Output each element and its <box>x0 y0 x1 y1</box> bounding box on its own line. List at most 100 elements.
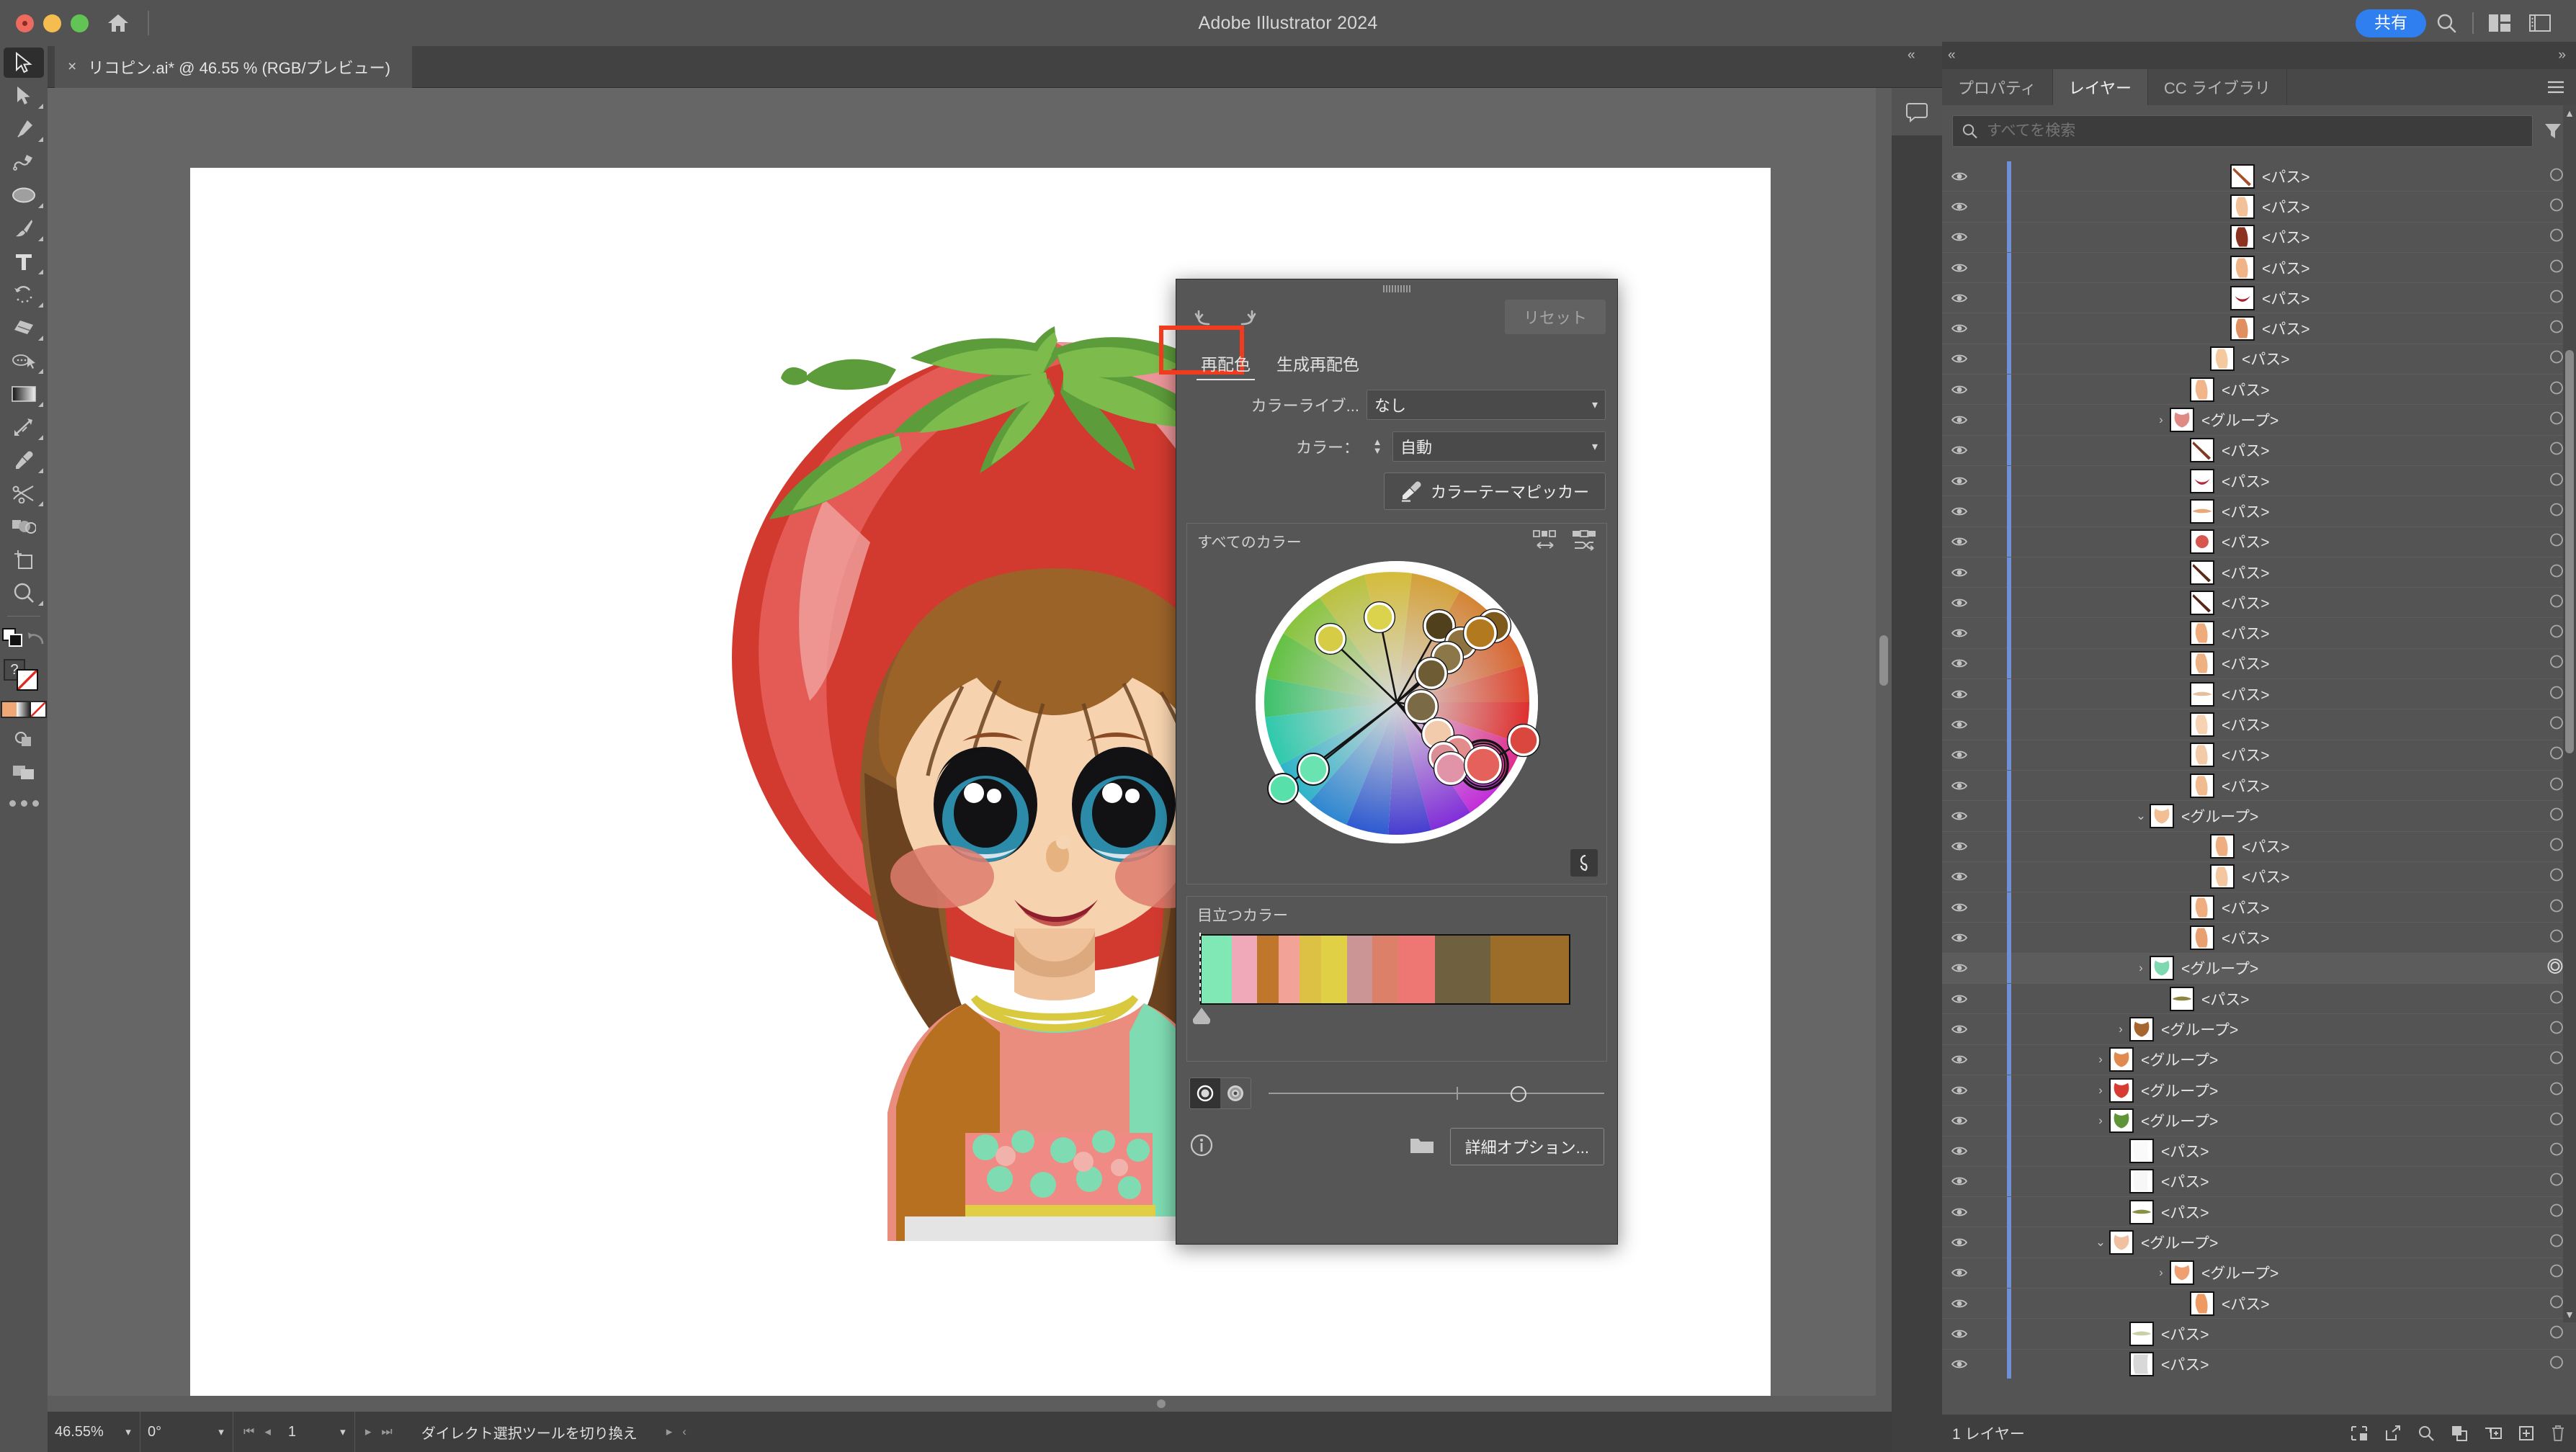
visibility-toggle-icon[interactable] <box>1942 444 1977 457</box>
target-indicator-icon[interactable] <box>2549 1355 2564 1374</box>
layout-icon[interactable] <box>2479 0 2520 46</box>
target-indicator-icon[interactable] <box>2549 1050 2564 1070</box>
target-indicator-icon[interactable] <box>2549 563 2564 582</box>
layers-list[interactable]: <パス> <パス> <パス> <パス> <パス> <パス> <パス> <パス> ›… <box>1942 161 2576 1379</box>
target-indicator-icon[interactable] <box>2549 1324 2564 1343</box>
table-row[interactable]: <パス> <box>1942 465 2576 497</box>
color-theme-picker-button[interactable]: カラーテーマピッカー <box>1383 472 1606 510</box>
reset-button[interactable]: リセット <box>1504 300 1606 334</box>
prominent-color-swatch-10[interactable] <box>1490 936 1569 1003</box>
table-row[interactable]: <パス> <box>1942 374 2576 405</box>
target-indicator-icon[interactable] <box>2549 745 2564 765</box>
recolor-artwork-dialog[interactable]: リセット 再配色 生成再配色 カラーライブ... なし ▾ カラー： ▲ ▼ 自動… <box>1159 279 1618 1245</box>
drawing-mode-icon[interactable] <box>0 722 48 756</box>
collapse-dock-icon[interactable]: « <box>1948 48 1956 63</box>
target-indicator-icon[interactable] <box>2549 349 2564 369</box>
visibility-toggle-icon[interactable] <box>1942 1358 1977 1371</box>
zoom-level-control[interactable]: 46.55% ▾ <box>48 1412 140 1452</box>
target-indicator-icon[interactable] <box>2549 532 2564 552</box>
visibility-toggle-icon[interactable] <box>1942 1266 1977 1279</box>
status-menu[interactable]: ▸ ‹ <box>656 1425 697 1439</box>
document-tab[interactable]: × リコピン.ai* @ 46.55 % (RGB/プレビュー) <box>55 46 412 88</box>
target-indicator-icon[interactable] <box>2549 928 2564 948</box>
status-expand-icon[interactable]: ▸ <box>666 1425 673 1439</box>
layer-row-content[interactable]: › <グループ> <box>2011 405 2576 434</box>
eraser-tool[interactable] <box>0 311 48 344</box>
layer-row-content[interactable]: › <グループ> <box>2011 1014 2576 1044</box>
none-swatch-button[interactable] <box>31 702 45 717</box>
info-icon[interactable] <box>1189 1133 1214 1161</box>
search-icon[interactable] <box>2418 1425 2435 1442</box>
paintbrush-tool[interactable] <box>0 212 48 245</box>
chevron-right-icon[interactable]: › <box>2132 961 2150 975</box>
scrollbar-thumb[interactable] <box>2565 350 2574 753</box>
table-row[interactable]: <パス> <box>1942 587 2576 619</box>
delete-layer-icon[interactable] <box>2550 1425 2566 1442</box>
color-swatch-button[interactable] <box>2 702 17 717</box>
prominent-color-swatch-9[interactable] <box>1435 936 1491 1003</box>
layer-row-content[interactable]: <パス> <box>2011 1197 2576 1227</box>
gradient-swatch-button[interactable] <box>17 702 31 717</box>
prominent-color-swatch-0[interactable] <box>1202 936 1232 1003</box>
width-tool[interactable] <box>0 411 48 444</box>
layer-row-content[interactable]: <パス> <box>2011 1350 2576 1379</box>
prominent-color-swatch-4[interactable] <box>1300 936 1321 1003</box>
brightness-mode-button[interactable] <box>1190 1078 1220 1108</box>
table-row[interactable]: › <グループ> <box>1942 405 2576 436</box>
stroke-swatch[interactable] <box>17 669 38 691</box>
chevron-right-icon[interactable]: › <box>2152 413 2170 427</box>
visibility-toggle-icon[interactable] <box>1942 810 1977 823</box>
visibility-toggle-icon[interactable] <box>1942 688 1977 701</box>
visibility-toggle-icon[interactable] <box>1942 718 1977 731</box>
curvature-tool[interactable] <box>0 145 48 179</box>
target-indicator-icon[interactable] <box>2549 471 2564 490</box>
table-row[interactable]: <パス> <box>1942 678 2576 710</box>
layer-row-content[interactable]: <パス> <box>2011 1319 2576 1348</box>
visibility-toggle-icon[interactable] <box>1942 1206 1977 1219</box>
table-row[interactable]: <パス> <box>1942 831 2576 862</box>
prominent-color-swatch-6[interactable] <box>1346 936 1373 1003</box>
first-artboard-icon[interactable]: ⏮ <box>243 1425 254 1439</box>
color-handle-13[interactable] <box>1464 746 1502 784</box>
table-row[interactable]: <パス> <box>1942 648 2576 680</box>
target-indicator-icon[interactable] <box>2549 654 2564 673</box>
canvas-horizontal-scrollbar[interactable] <box>48 1396 1876 1412</box>
table-row[interactable]: <パス> <box>1942 526 2576 557</box>
target-indicator-icon[interactable] <box>2546 957 2564 980</box>
visibility-toggle-icon[interactable] <box>1942 992 1977 1005</box>
minimize-window-button[interactable] <box>43 14 61 32</box>
chevron-down-icon[interactable]: ▾ <box>210 1425 233 1438</box>
target-indicator-icon[interactable] <box>2549 501 2564 521</box>
direct-selection-tool[interactable] <box>0 79 48 112</box>
layer-row-content[interactable]: <パス> <box>2011 375 2576 404</box>
layers-scrollbar[interactable]: ▲ ▼ <box>2563 105 2576 1322</box>
layer-row-content[interactable]: <パス> <box>2011 588 2576 617</box>
layer-row-content[interactable]: <パス> <box>2011 709 2576 739</box>
chevron-right-icon[interactable]: › <box>2092 1083 2109 1098</box>
canvas-vertical-scrollbar[interactable] <box>1876 88 1892 1412</box>
table-row[interactable]: <パス> <box>1942 709 2576 740</box>
undo-icon[interactable] <box>1188 307 1225 327</box>
table-row[interactable]: <パス> <box>1942 496 2576 527</box>
layer-row-content[interactable]: <パス> <box>2011 649 2576 678</box>
previous-artboard-icon[interactable]: ◂ <box>264 1425 271 1439</box>
visibility-toggle-icon[interactable] <box>1942 1236 1977 1249</box>
table-row[interactable]: › <グループ> <box>1942 1105 2576 1137</box>
target-indicator-icon[interactable] <box>2549 166 2564 186</box>
layer-row-content[interactable]: <パス> <box>2011 892 2576 922</box>
scroll-up-icon[interactable]: ▲ <box>2563 105 2576 121</box>
prominent-color-swatch-1[interactable] <box>1231 936 1258 1003</box>
layer-row-content[interactable]: <パス> <box>2011 1289 2576 1318</box>
prominent-colors-bar[interactable] <box>1200 934 1570 1005</box>
visibility-toggle-icon[interactable] <box>1942 1297 1977 1310</box>
chevron-down-icon[interactable]: ▾ <box>117 1425 140 1438</box>
chevron-down-icon[interactable]: ▾ <box>1592 398 1598 412</box>
layer-row-content[interactable]: › <グループ> <box>2011 1045 2576 1075</box>
table-row[interactable]: <パス> <box>1942 1288 2576 1319</box>
scissors-tool[interactable] <box>0 477 48 510</box>
table-row[interactable]: <パス> <box>1942 1166 2576 1198</box>
table-row[interactable]: › <グループ> <box>1942 1258 2576 1289</box>
zoom-tool[interactable] <box>0 576 48 609</box>
visibility-toggle-icon[interactable] <box>1942 931 1977 944</box>
randomize-colors-icon[interactable] <box>1572 529 1596 556</box>
